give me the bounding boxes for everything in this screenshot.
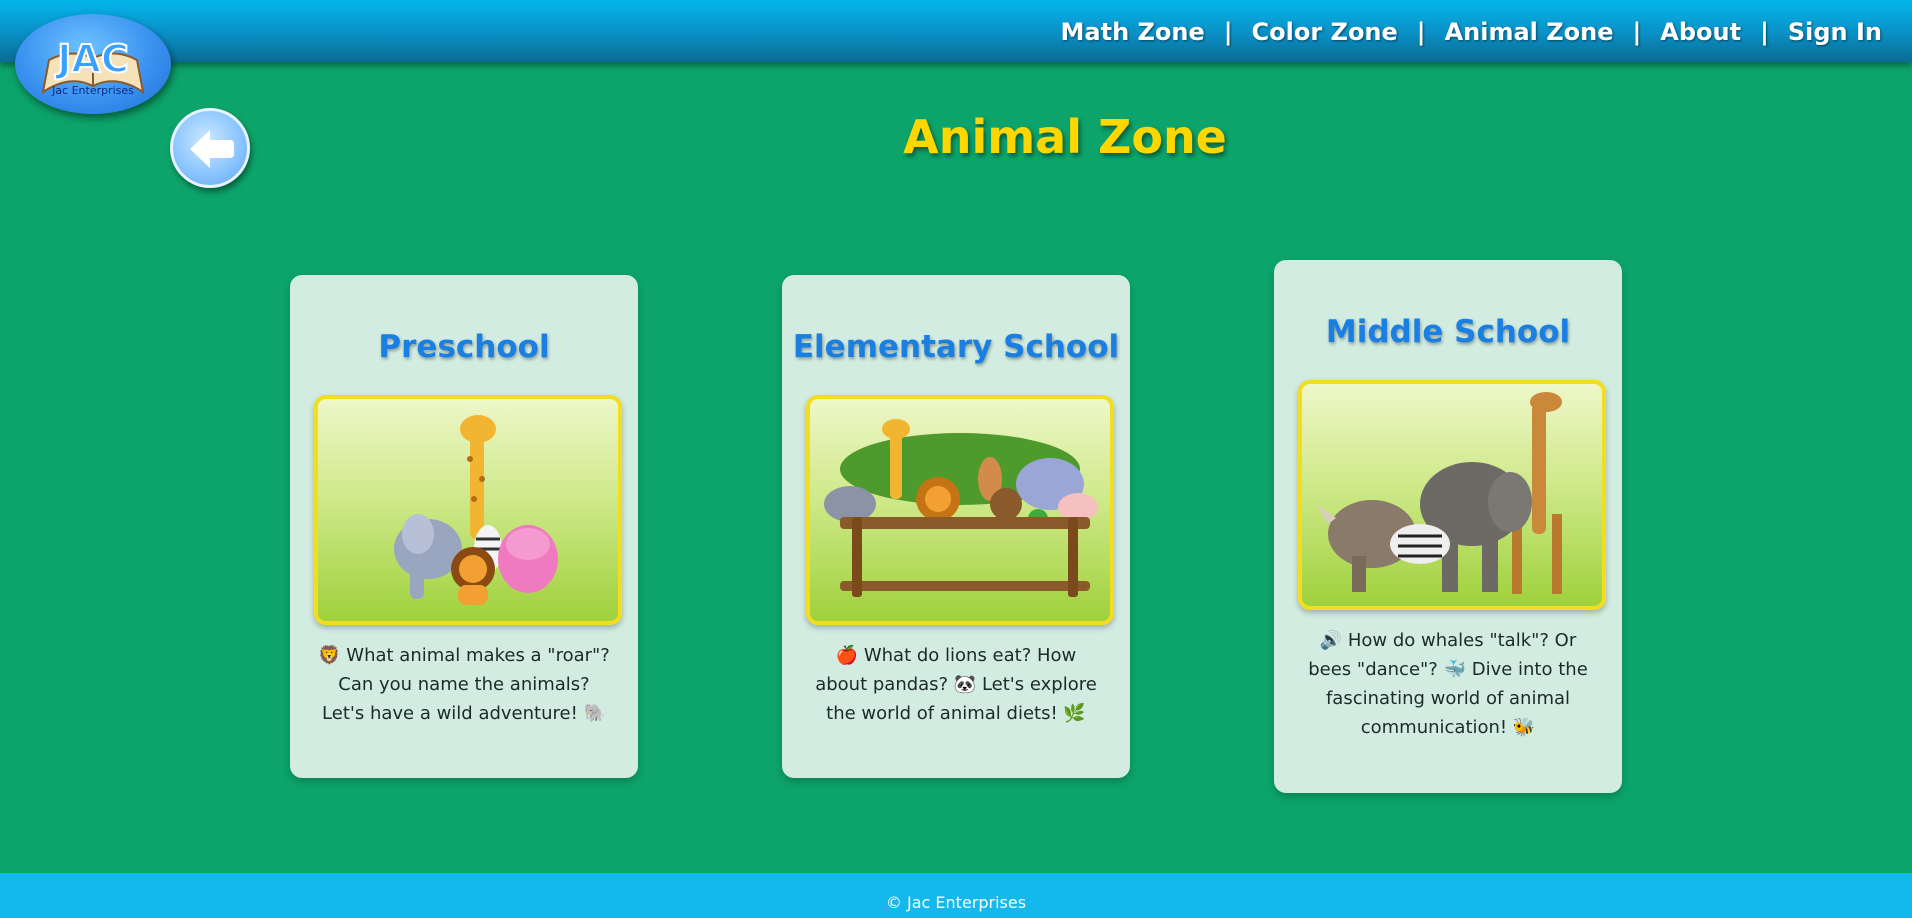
card-description: 🍎 What do lions eat? How about pandas? 🐼… [815, 645, 1097, 724]
svg-text:JAC: JAC [54, 37, 128, 81]
preschool-animals-image[interactable] [314, 395, 622, 625]
nav-separator: | [1223, 18, 1233, 46]
nav-color-zone[interactable]: Color Zone [1252, 18, 1398, 46]
card-description: 🦁 What animal makes a "roar"? Can you na… [318, 645, 610, 724]
nav-math-zone[interactable]: Math Zone [1061, 18, 1205, 46]
card-middle-school[interactable]: Middle School 🔊 How do whales "talk"? Or… [1274, 260, 1622, 793]
elementary-animals-image[interactable] [806, 395, 1114, 625]
card-description: 🔊 How do whales "talk"? Or bees "dance"?… [1308, 630, 1588, 738]
preschool-animals-illustration [394, 415, 558, 605]
main-nav: Math Zone | Color Zone | Animal Zone | A… [1061, 14, 1882, 50]
footer-copyright: © Jac Enterprises [885, 893, 1027, 912]
card-elementary-school[interactable]: Elementary School 🍎 What do lions eat? H… [782, 275, 1130, 778]
top-header: Math Zone | Color Zone | Animal Zone | A… [0, 0, 1912, 62]
nav-separator: | [1760, 18, 1769, 46]
card-title: Preschool [378, 329, 550, 365]
jac-logo[interactable]: JAC Jac Enterprises [15, 14, 171, 114]
nav-separator: | [1632, 18, 1642, 46]
nav-separator: | [1416, 18, 1426, 46]
logo-caption: Jac Enterprises [52, 84, 134, 97]
card-title: Middle School [1325, 314, 1571, 350]
nav-animal-zone[interactable]: Animal Zone [1445, 18, 1614, 46]
middle-school-animals-illustration [1316, 392, 1562, 594]
nav-sign-in[interactable]: Sign In [1788, 18, 1882, 46]
nav-about[interactable]: About [1660, 18, 1741, 46]
elementary-animals-illustration [824, 419, 1098, 597]
footer: © Jac Enterprises [0, 873, 1912, 918]
page-title: Animal Zone [903, 110, 1227, 164]
card-title: Elementary School [792, 329, 1120, 365]
middle-school-animals-image[interactable] [1298, 380, 1606, 610]
card-preschool[interactable]: Preschool 🦁 What animal makes a "roar"? … [290, 275, 638, 778]
open-book-icon: JAC [41, 36, 145, 95]
